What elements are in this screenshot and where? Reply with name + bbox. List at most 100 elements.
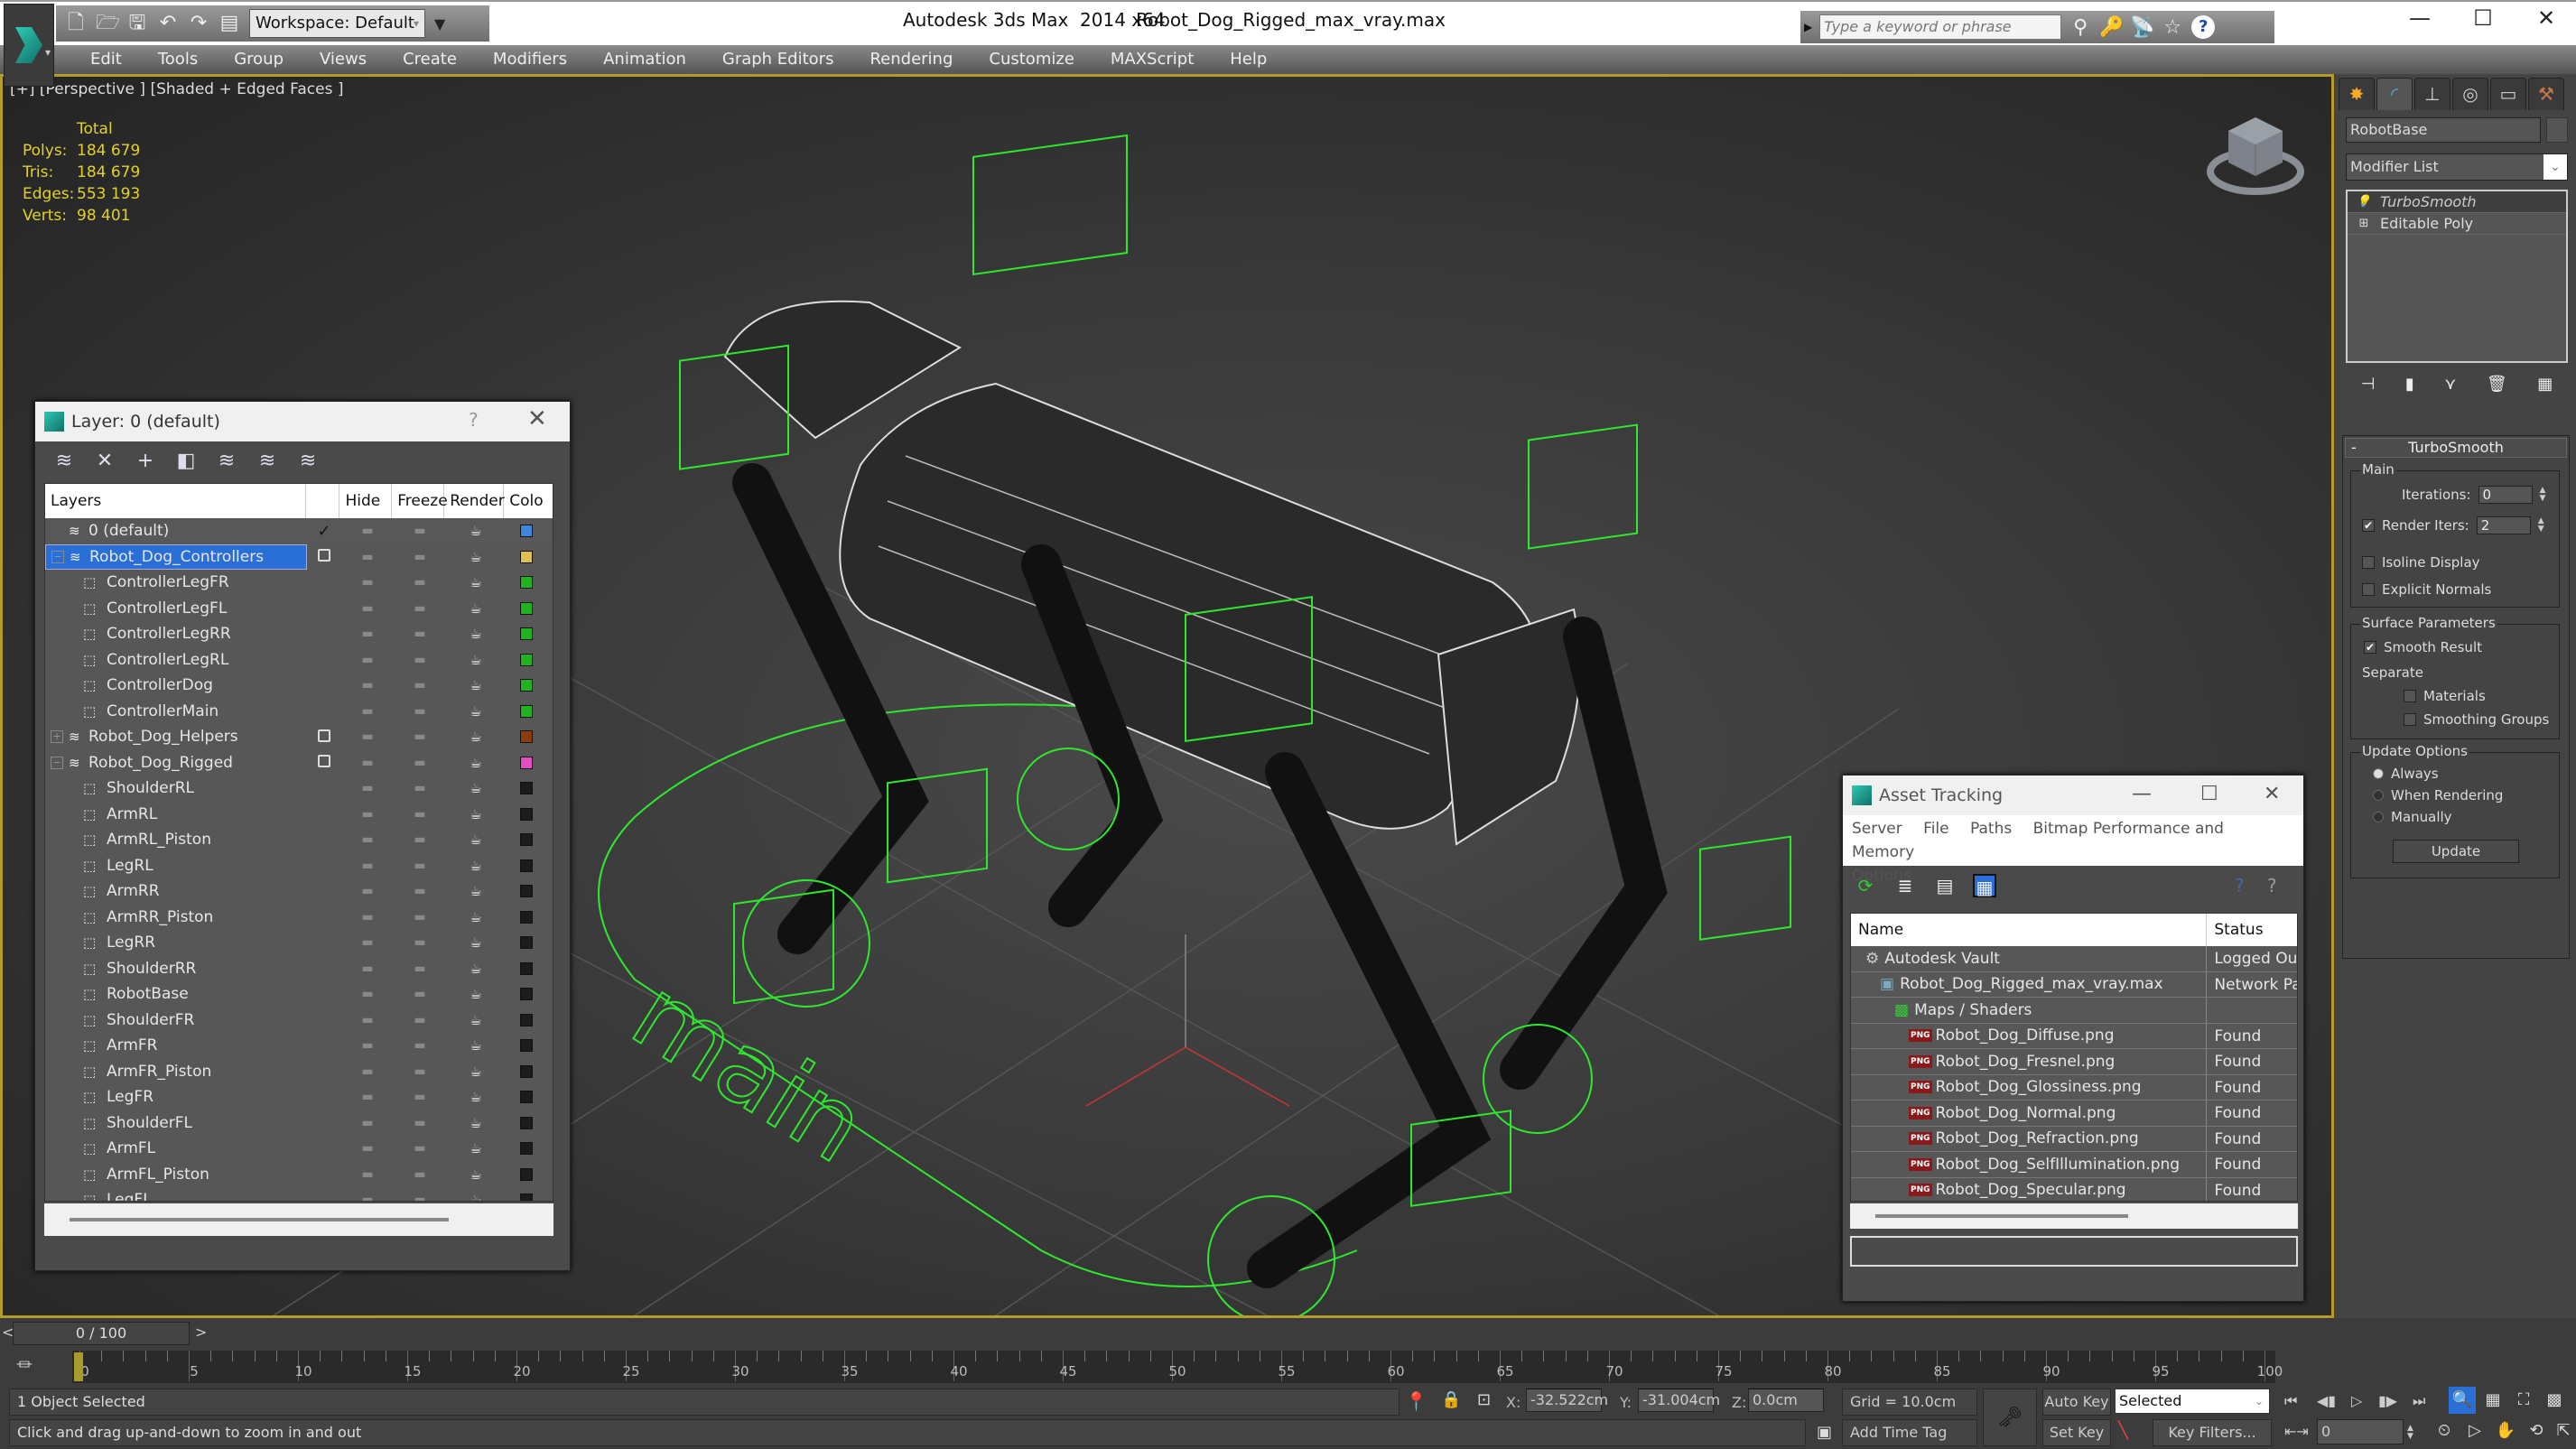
layer-row[interactable]: − ≋ Robot_Dog_Rigged ▬ ▬ ☕ [45,750,553,776]
context-help-icon[interactable]: ? [2267,875,2277,896]
layer-color-swatch[interactable] [520,885,533,898]
next-frame-icon[interactable]: ▮▶ [2378,1392,2397,1409]
render-teapot-icon[interactable]: ☕ [446,574,506,590]
horizontal-scrollbar[interactable] [44,1203,553,1236]
layer-row[interactable]: + ≋ Robot_Dog_Helpers ▬ ▬ ☕ [45,724,553,750]
layer-color-swatch[interactable] [520,1039,533,1053]
scroll-thumb[interactable] [70,1218,449,1221]
object-row[interactable]: ⬚ ControllerLegRL ▬ ▬ ☕ [45,647,553,673]
render-teapot-icon[interactable]: ☕ [446,780,506,796]
pan-hand-icon[interactable]: ✋ [2492,1417,2519,1444]
minimize-button[interactable]: — [2402,5,2438,31]
freeze-toggle[interactable]: ▬ [394,910,446,924]
key-filters-button[interactable]: Key Filters... [2153,1419,2272,1446]
col-freeze[interactable]: Freeze [392,484,448,518]
render-teapot-icon[interactable]: ☕ [446,909,506,925]
freeze-toggle[interactable]: ▬ [394,935,446,950]
add-to-layer-icon[interactable]: + [135,450,156,472]
layer-color-swatch[interactable] [520,1167,533,1181]
render-teapot-icon[interactable]: ☕ [446,831,506,848]
freeze-toggle[interactable]: ▬ [394,859,446,873]
hide-toggle[interactable]: ▬ [341,832,394,847]
satellite-icon[interactable]: 📡 [2130,16,2154,39]
highlight-layer-icon[interactable]: ≋ [216,450,237,472]
asset-name-cell[interactable]: PNG Robot_Dog_Diffuse.png [1851,1023,2208,1048]
minimize-button[interactable]: — [2132,783,2152,805]
object-row[interactable]: ⬚ LegFR ▬ ▬ ☕ [45,1084,553,1110]
col-name[interactable]: Name [1851,914,2208,946]
when-rendering-radio[interactable] [2373,790,2384,801]
new-file-icon[interactable]: 🗋 [65,12,87,35]
layer-color-swatch[interactable] [520,1091,533,1104]
play-icon[interactable]: ▷ [2351,1392,2362,1409]
render-teapot-icon[interactable]: ☕ [446,883,506,899]
refresh-icon[interactable]: ⟳ [1854,874,1877,897]
asset-name-cell[interactable]: ▣ Robot_Dog_Rigged_max_vray.max [1851,971,2208,997]
close-button[interactable]: ✕ [2528,5,2564,31]
current-layer-check-icon[interactable]: ✓ [307,522,341,541]
object-row[interactable]: ⬚ ControllerLegRR ▬ ▬ ☕ [45,621,553,647]
menu-tools[interactable]: Tools [140,45,216,74]
layer-color-swatch[interactable] [520,1142,533,1156]
layer-color-swatch[interactable] [520,961,533,975]
tab-display[interactable]: ▭ [2490,78,2526,110]
hide-toggle[interactable]: ▬ [341,1116,394,1130]
y-coordinate-field[interactable]: -31.004cm [1638,1389,1720,1412]
render-teapot-icon[interactable]: ☕ [446,1140,506,1156]
layer-row[interactable]: ≋ 0 (default) ✓ ▬ ▬ ☕ [45,518,553,544]
freeze-toggle[interactable]: ▬ [394,575,446,590]
show-end-result-icon[interactable]: ▮ [2405,375,2414,394]
name-cell[interactable]: ⬚ ArmFR [45,1033,307,1059]
object-row[interactable]: ⬚ LegRL ▬ ▬ ☕ [45,853,553,879]
iterations-spinner[interactable]: 0 [2478,486,2533,504]
asset-row[interactable]: PNG Robot_Dog_Glossiness.png Found [1851,1074,2297,1101]
layer-color-swatch[interactable] [520,1116,533,1129]
render-teapot-icon[interactable]: ☕ [446,729,506,745]
object-color-swatch[interactable] [2546,117,2568,143]
freeze-toggle[interactable]: ▬ [394,884,446,898]
freeze-toggle[interactable]: ▬ [394,756,446,770]
freeze-toggle[interactable]: ▬ [394,601,446,616]
render-teapot-icon[interactable]: ☕ [446,806,506,822]
menu-create[interactable]: Create [385,45,475,74]
set-key-button[interactable]: Set Key [2042,1419,2111,1446]
binoculars-icon[interactable]: ⚲ [2069,16,2092,39]
menu-server[interactable]: Server [1852,820,1902,838]
update-button[interactable]: Update [2393,840,2519,863]
layer-color-swatch[interactable] [520,782,533,795]
name-cell[interactable]: ⬚ ControllerLegFL [45,596,307,622]
make-current-box[interactable] [318,755,330,768]
asset-row[interactable]: PNG Robot_Dog_Fresnel.png Found [1851,1049,2297,1075]
object-row[interactable]: ⬚ ShoulderFL ▬ ▬ ☕ [45,1110,553,1137]
name-cell[interactable]: ⬚ ControllerLegRR [45,621,307,647]
render-teapot-icon[interactable]: ☕ [446,1115,506,1131]
go-to-start-icon[interactable]: ⏮ [2284,1392,2297,1410]
zoom-extents-all-icon[interactable]: ▩ [2541,1387,2568,1414]
render-teapot-icon[interactable]: ☕ [446,703,506,720]
menu-edit[interactable]: Edit [72,45,140,74]
layer-color-swatch[interactable] [520,627,533,641]
asset-row[interactable]: ▣ Robot_Dog_Rigged_max_vray.max Network Pa [1851,971,2297,998]
asset-name-cell[interactable]: PNG Robot_Dog_SelfIllumination.png [1851,1152,2208,1177]
expand-icon[interactable]: + [51,730,63,744]
tab-hierarchy[interactable]: ⊥ [2414,78,2450,110]
hide-toggle[interactable]: ▬ [341,961,394,976]
path-field[interactable] [1850,1236,2298,1267]
hide-toggle[interactable]: ▬ [341,575,394,590]
hide-toggle[interactable]: ▬ [341,781,394,795]
hide-toggle[interactable]: ▬ [341,987,394,1001]
layer-row[interactable]: − ≋ Robot_Dog_Controllers ▬ ▬ ☕ [45,543,553,570]
render-teapot-icon[interactable]: ☕ [446,1166,506,1183]
layer-color-swatch[interactable] [520,833,533,847]
layer-color-swatch[interactable] [520,807,533,821]
object-row[interactable]: ⬚ LegRR ▬ ▬ ☕ [45,930,553,956]
hide-toggle[interactable]: ▬ [341,1038,394,1053]
object-row[interactable]: ⬚ ArmFR_Piston ▬ ▬ ☕ [45,1059,553,1085]
menu-customize[interactable]: Customize [971,45,1092,74]
hide-toggle[interactable]: ▬ [341,601,394,616]
object-row[interactable]: ⬚ ArmRR ▬ ▬ ☕ [45,878,553,905]
menu-paths[interactable]: Paths [1970,820,2012,838]
render-teapot-icon[interactable]: ☕ [446,1064,506,1080]
name-cell[interactable]: ⬚ ArmRL [45,802,307,828]
x-coordinate-field[interactable]: -32.522cm [1526,1389,1608,1412]
